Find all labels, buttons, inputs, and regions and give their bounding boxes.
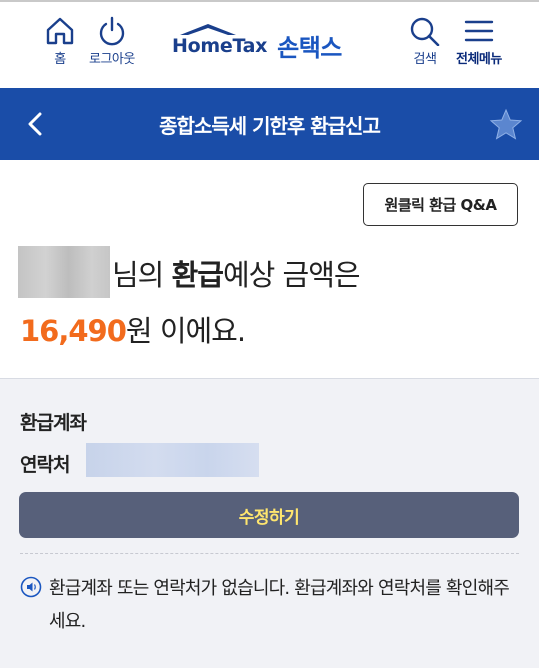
notice-message: 환급계좌 또는 연락처가 없습니다. 환급계좌와 연락처를 확인해주세요. xyxy=(20,572,520,638)
speaker-icon xyxy=(20,576,42,598)
search-button[interactable]: 검색 xyxy=(408,16,442,67)
hamburger-menu-icon xyxy=(464,20,494,42)
logo-sontax-text: 손택스 xyxy=(277,34,342,62)
logout-label: 로그아웃 xyxy=(89,52,135,67)
full-menu-label: 전체메뉴 xyxy=(456,52,502,67)
redacted-contact-value xyxy=(86,443,259,477)
page-title: 종합소득세 기한후 환급신고 xyxy=(159,114,381,138)
dashed-divider xyxy=(20,553,519,554)
notice-text: 환급계좌 또는 연락처가 없습니다. 환급계좌와 연락처를 확인해주세요. xyxy=(49,578,510,632)
hometax-logo[interactable]: HomeTax 손택스 xyxy=(172,23,342,63)
refund-headline-line2: 16,490원 이에요. xyxy=(20,308,246,350)
edit-button[interactable]: 수정하기 xyxy=(19,492,519,538)
refund-amount: 16,490 xyxy=(20,314,127,348)
one-click-refund-qa-button[interactable]: 원클릭 환급 Q&A xyxy=(363,183,518,226)
logout-button[interactable]: 로그아웃 xyxy=(89,16,135,67)
search-label: 검색 xyxy=(413,52,437,67)
amount-suffix: 원 이에요. xyxy=(125,314,246,348)
headline-prefix: 님의 xyxy=(112,258,172,292)
power-icon xyxy=(99,16,125,46)
bookmark-star-icon[interactable] xyxy=(489,108,523,142)
home-button[interactable]: 홈 xyxy=(44,16,76,67)
redacted-user-name xyxy=(18,246,110,298)
home-label: 홈 xyxy=(54,52,66,67)
refund-headline-line1: 님의 환급예상 금액은 xyxy=(112,252,361,294)
top-header: 홈 로그아웃 HomeTax 손택스 검색 전체메뉴 xyxy=(0,0,539,88)
logo-hometax-text: HomeTax xyxy=(172,34,268,57)
logo-text: HomeTax xyxy=(172,23,268,57)
full-menu-button[interactable]: 전체메뉴 xyxy=(456,16,502,67)
home-icon xyxy=(46,17,74,45)
contact-label: 연락처 xyxy=(20,454,70,476)
title-bar: 종합소득세 기한후 환급신고 xyxy=(0,88,539,160)
refund-account-label: 환급계좌 xyxy=(20,412,87,434)
headline-bold-refund: 환급 xyxy=(171,258,224,292)
headline-suffix: 예상 금액은 xyxy=(222,258,361,292)
search-icon xyxy=(410,17,440,46)
roof-icon xyxy=(180,23,236,35)
